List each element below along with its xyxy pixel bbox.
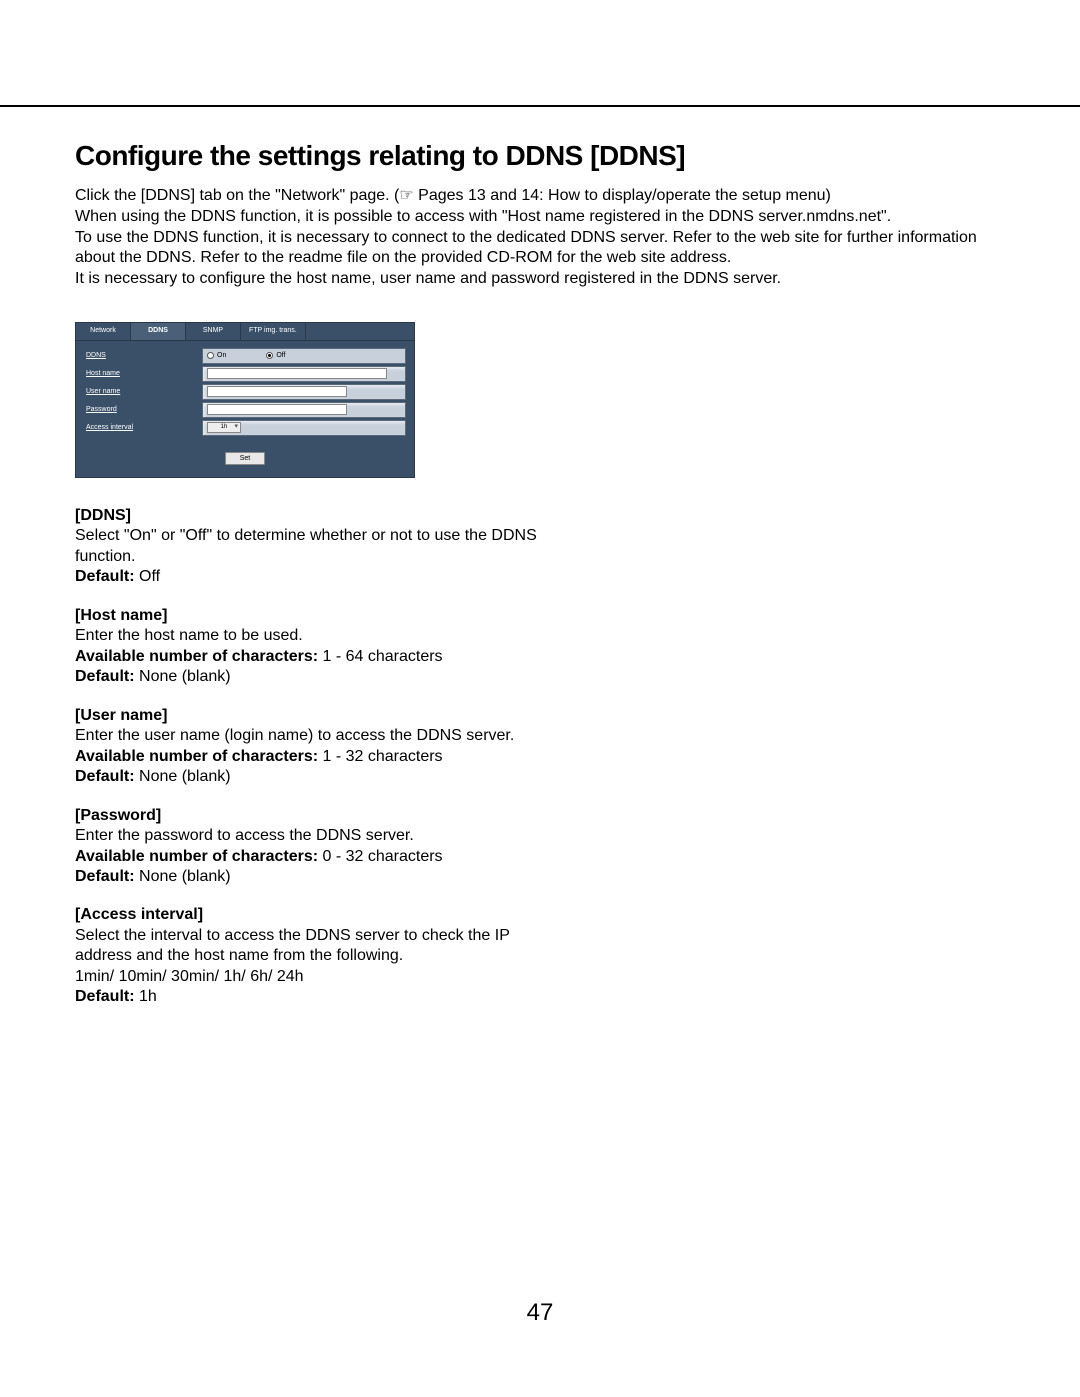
section-interval: [Access interval] Select the interval to… — [75, 905, 555, 1007]
section-extra: Available number of characters: 1 - 32 c… — [75, 747, 555, 767]
radio-on-label: On — [217, 352, 226, 359]
intro-paragraphs: Click the [DDNS] tab on the "Network" pa… — [75, 186, 1005, 290]
section-title: [DDNS] — [75, 506, 555, 526]
interval-select[interactable]: 1h — [207, 422, 241, 433]
ddns-radio-group: On Off — [202, 348, 406, 364]
horizontal-rule — [0, 105, 1080, 107]
section-title: [User name] — [75, 706, 555, 726]
user-input[interactable] — [207, 386, 347, 397]
settings-panel: Network DDNS SNMP FTP img. trans. DDNS O… — [75, 322, 415, 478]
extra-label: Default: — [75, 868, 135, 885]
extra-label: Available number of characters: — [75, 848, 318, 865]
section-user: [User name] Enter the user name (login n… — [75, 706, 555, 788]
section-body: Enter the host name to be used. — [75, 626, 555, 646]
section-extra: Default: Off — [75, 567, 555, 587]
user-cell — [202, 384, 406, 400]
section-body2: 1min/ 10min/ 30min/ 1h/ 6h/ 24h — [75, 967, 555, 987]
section-extra: Default: 1h — [75, 987, 555, 1007]
extra-label: Available number of characters: — [75, 748, 318, 765]
section-body: Select the interval to access the DDNS s… — [75, 926, 555, 967]
extra-value: 1 - 32 characters — [318, 748, 443, 765]
interval-cell: 1h — [202, 420, 406, 436]
section-extra: Available number of characters: 1 - 64 c… — [75, 647, 555, 667]
row-user: User name — [84, 383, 406, 401]
intro-line-2: When using the DDNS function, it is poss… — [75, 207, 1005, 228]
label-pass: Password — [84, 406, 202, 413]
page-title: Configure the settings relating to DDNS … — [75, 140, 1005, 172]
section-extra: Default: None (blank) — [75, 767, 555, 787]
pass-input[interactable] — [207, 404, 347, 415]
intro-line-1: Click the [DDNS] tab on the "Network" pa… — [75, 186, 1005, 207]
row-pass: Password — [84, 401, 406, 419]
row-interval: Access interval 1h — [84, 419, 406, 437]
descriptions: [DDNS] Select "On" or "Off" to determine… — [75, 506, 555, 1008]
intro-line-3: To use the DDNS function, it is necessar… — [75, 228, 1005, 270]
label-host: Host name — [84, 370, 202, 377]
extra-value: 1 - 64 characters — [318, 648, 443, 665]
extra-value: None (blank) — [135, 868, 231, 885]
extra-value: None (blank) — [135, 668, 231, 685]
pass-cell — [202, 402, 406, 418]
tab-ddns[interactable]: DDNS — [131, 323, 186, 340]
radio-off-label: Off — [276, 352, 285, 359]
section-body: Enter the password to access the DDNS se… — [75, 826, 555, 846]
section-extra: Default: None (blank) — [75, 867, 555, 887]
tab-snmp[interactable]: SNMP — [186, 323, 241, 340]
extra-label: Default: — [75, 768, 135, 785]
intro-line-4: It is necessary to configure the host na… — [75, 269, 1005, 290]
host-cell — [202, 366, 406, 382]
section-extra: Default: None (blank) — [75, 667, 555, 687]
section-title: [Access interval] — [75, 905, 555, 925]
section-extra: Available number of characters: 0 - 32 c… — [75, 847, 555, 867]
extra-value: 1h — [135, 988, 157, 1005]
extra-label: Default: — [75, 668, 135, 685]
section-body: Select "On" or "Off" to determine whethe… — [75, 526, 555, 567]
section-title: [Host name] — [75, 606, 555, 626]
set-button[interactable]: Set — [225, 452, 266, 465]
tab-network[interactable]: Network — [76, 323, 131, 340]
page-content: Configure the settings relating to DDNS … — [75, 140, 1005, 1026]
form-area: DDNS On Off Host name User name Passwo — [76, 341, 414, 439]
page-number: 47 — [0, 1299, 1080, 1327]
section-body: Enter the user name (login name) to acce… — [75, 726, 555, 746]
tab-bar: Network DDNS SNMP FTP img. trans. — [76, 323, 414, 341]
extra-label: Default: — [75, 568, 135, 585]
extra-value: None (blank) — [135, 768, 231, 785]
extra-value: 0 - 32 characters — [318, 848, 443, 865]
host-input[interactable] — [207, 368, 387, 379]
radio-off[interactable]: Off — [266, 352, 285, 359]
section-title: [Password] — [75, 806, 555, 826]
set-button-row: Set — [76, 447, 414, 465]
section-pass: [Password] Enter the password to access … — [75, 806, 555, 888]
radio-on[interactable]: On — [207, 352, 226, 359]
tab-ftp[interactable]: FTP img. trans. — [241, 323, 306, 340]
label-ddns: DDNS — [84, 352, 202, 359]
section-host: [Host name] Enter the host name to be us… — [75, 606, 555, 688]
extra-value: Off — [135, 568, 161, 585]
row-ddns: DDNS On Off — [84, 347, 406, 365]
label-interval: Access interval — [84, 424, 202, 431]
label-user: User name — [84, 388, 202, 395]
extra-label: Default: — [75, 988, 135, 1005]
extra-label: Available number of characters: — [75, 648, 318, 665]
section-ddns: [DDNS] Select "On" or "Off" to determine… — [75, 506, 555, 588]
row-host: Host name — [84, 365, 406, 383]
